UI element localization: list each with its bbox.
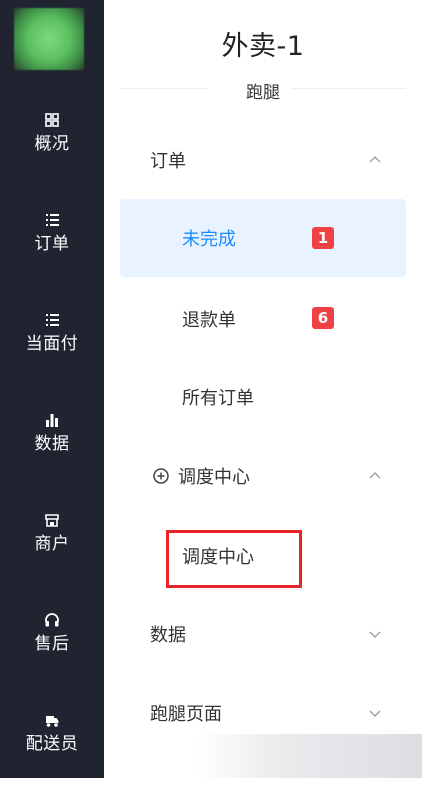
- menu-item-incomplete-label: 未完成: [182, 229, 236, 250]
- rail-label-merchant: 商户: [34, 534, 70, 554]
- store-subtitle: 跑腿: [246, 83, 280, 103]
- rail-label-face-pay: 当面付: [25, 334, 79, 354]
- highlight-box: [166, 530, 302, 588]
- rail-label-data: 数据: [34, 434, 70, 454]
- menu-item-all-orders-label: 所有订单: [182, 388, 254, 409]
- group-dispatch[interactable]: 调度中心: [120, 456, 406, 496]
- rail-item-overview[interactable]: 概况: [0, 112, 104, 192]
- rail-label-couriers: 配送员: [25, 734, 79, 754]
- rail-item-face-pay[interactable]: 当面付: [0, 312, 104, 392]
- count-badge: 6: [312, 307, 334, 329]
- grid-icon: [45, 113, 59, 127]
- group-orders[interactable]: 订单: [120, 140, 406, 180]
- menu-item-refunds[interactable]: 退款单 6: [120, 294, 406, 344]
- delivery-icon: [46, 716, 59, 727]
- bar-chart-icon: [46, 414, 58, 427]
- chevron-down-icon: [369, 631, 381, 638]
- store-title: 外卖-1: [221, 31, 305, 62]
- rail-item-couriers[interactable]: 配送员: [0, 712, 104, 792]
- rail-item-data[interactable]: 数据: [0, 412, 104, 492]
- plus-circle-icon: [153, 468, 169, 484]
- rail-item-orders[interactable]: 订单: [0, 212, 104, 292]
- group-orders-label: 订单: [150, 151, 186, 172]
- group-errand-pages[interactable]: 跑腿页面: [120, 693, 406, 733]
- headset-icon: [45, 613, 59, 627]
- menu-item-refunds-label: 退款单: [182, 310, 236, 331]
- chevron-up-icon: [369, 472, 381, 479]
- rail-label-orders: 订单: [34, 234, 70, 254]
- rail-item-after-sales[interactable]: 售后: [0, 612, 104, 692]
- group-errand-pages-label: 跑腿页面: [150, 704, 222, 725]
- avatar[interactable]: [14, 8, 84, 70]
- rail-item-merchant[interactable]: 商户: [0, 512, 104, 592]
- group-data[interactable]: 数据: [120, 614, 406, 654]
- menu-item-all-orders[interactable]: 所有订单: [120, 372, 406, 422]
- rail-label-after-sales: 售后: [34, 634, 70, 654]
- left-nav-rail: 概况 订单 当面付 数据 商户 售后 配送员: [0, 0, 104, 778]
- store-icon: [45, 514, 59, 527]
- chevron-down-icon: [369, 710, 381, 717]
- secondary-menu: 外卖-1 跑腿 订单 未完成 1 退款单 6 所有订单 调度中心 调度中心 数据: [104, 0, 422, 778]
- group-dispatch-label: 调度中心: [178, 467, 250, 488]
- bottom-fade: [194, 734, 422, 778]
- menu-item-incomplete[interactable]: 未完成 1: [120, 199, 406, 277]
- chevron-up-icon: [369, 156, 381, 163]
- list-icon: [46, 214, 59, 226]
- rail-label-overview: 概况: [34, 134, 70, 154]
- group-data-label: 数据: [150, 625, 186, 646]
- count-badge: 1: [312, 227, 334, 249]
- list-icon: [46, 314, 59, 326]
